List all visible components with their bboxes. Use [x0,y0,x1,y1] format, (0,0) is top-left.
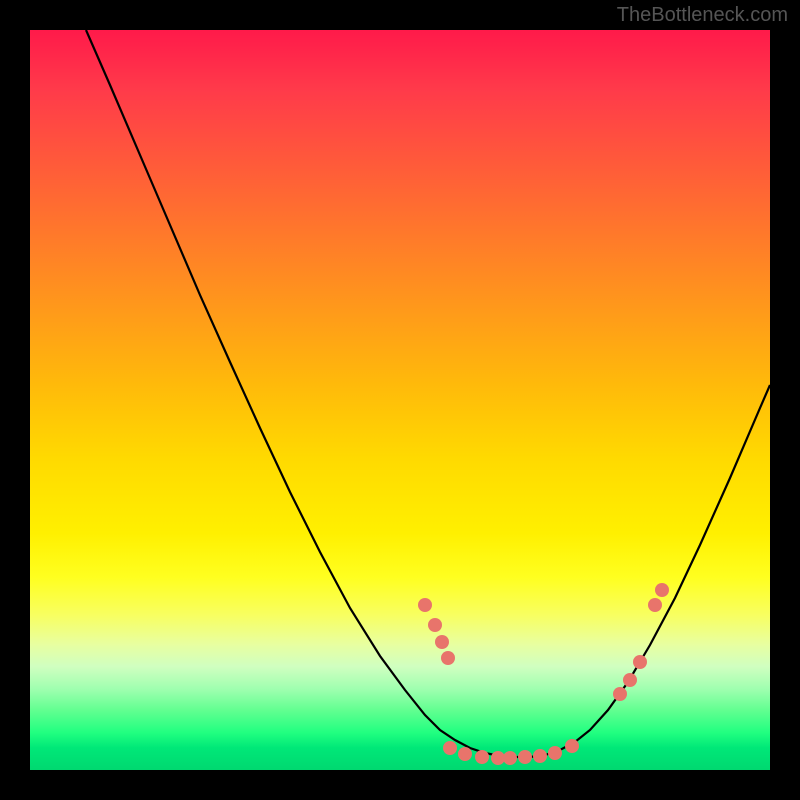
plot-area [30,30,770,770]
data-dot [533,749,547,763]
data-dot [418,598,432,612]
data-dot [613,687,627,701]
data-dot [565,739,579,753]
data-dots [418,583,669,765]
data-dot [548,746,562,760]
data-dot [655,583,669,597]
bottleneck-curve [86,30,770,757]
data-dot [475,750,489,764]
watermark-text: TheBottleneck.com [617,4,788,27]
data-dot [458,747,472,761]
data-dot [443,741,457,755]
data-dot [491,751,505,765]
data-dot [633,655,647,669]
data-dot [503,751,517,765]
data-dot [435,635,449,649]
data-dot [648,598,662,612]
data-dot [623,673,637,687]
data-dot [428,618,442,632]
chart-svg [30,30,770,770]
data-dot [518,750,532,764]
data-dot [441,651,455,665]
